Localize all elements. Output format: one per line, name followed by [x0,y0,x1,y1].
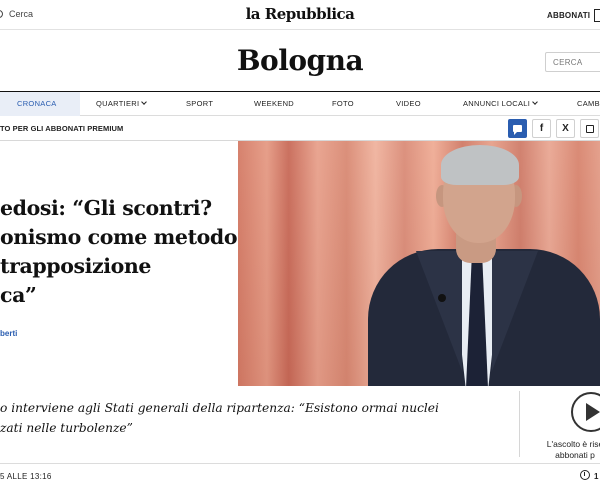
nav-item-quartieri[interactable]: QUARTIERI [96,99,148,108]
summary-line: zati nelle turbolenze” [0,421,133,435]
divider [0,463,600,464]
premium-label: TO PER GLI ABBONATI PREMIUM [0,124,124,133]
headline-line: ca” [0,283,37,307]
subscribe-link[interactable]: ABBONATI [547,11,590,20]
account-icon[interactable] [594,9,600,22]
share-icon [585,124,594,133]
headline-line: onismo come metodo [0,225,238,249]
nav-item-cronaca[interactable]: CRONACA [17,99,57,108]
photo-hair [441,145,519,185]
site-logo[interactable]: la Repubblica [0,5,600,23]
audio-note-line: L'ascolto è rise [546,439,600,449]
x-twitter-icon: X [562,123,569,134]
article-summary: o interviene agli Stati generali della r… [0,398,470,438]
audio-premium-note: L'ascolto è rise abbonati p [520,439,600,461]
nav-item-cambi[interactable]: CAMBI [577,99,600,108]
nav-item-foto[interactable]: FOTO [332,99,354,108]
article-date: 5 ALLE 13:16 [0,472,52,481]
article-author[interactable]: berti [0,329,17,338]
chevron-down-icon[interactable] [141,99,148,105]
chevron-down-icon[interactable] [532,99,538,105]
nav-item-quartieri-label[interactable]: QUARTIERI [96,99,139,108]
hero-photo [238,141,600,386]
x-share-button[interactable]: X [556,119,575,138]
article-headline: edosi: “Gli scontri? onismo come metodo … [0,194,238,310]
nav-item-sport[interactable]: SPORT [186,99,213,108]
headline-line: edosi: “Gli scontri? [0,196,212,220]
nav-item-annunci-locali[interactable]: ANNUNCI LOCALI [463,99,538,108]
clock-icon [580,470,590,480]
photo-microphone [438,294,446,302]
summary-line: o interviene agli Stati generali della r… [0,401,439,415]
nav-item-annunci-label[interactable]: ANNUNCI LOCALI [463,99,530,108]
play-icon[interactable] [586,403,600,421]
read-time: 1 M [594,472,600,481]
nav-item-video[interactable]: VIDEO [396,99,421,108]
comment-icon [513,125,522,135]
facebook-share-button[interactable]: f [532,119,551,138]
section-search-input[interactable]: CERCA [545,52,600,72]
section-nav: CRONACA QUARTIERI SPORT WEEKEND FOTO VID… [0,91,600,116]
top-bar: Cerca la Repubblica ABBONATI [0,0,600,30]
nav-item-weekend[interactable]: WEEKEND [254,99,294,108]
share-button[interactable] [580,119,599,138]
facebook-icon: f [539,123,544,134]
article-subheader: TO PER GLI ABBONATI PREMIUM f X [0,117,600,141]
comment-button[interactable] [508,119,527,138]
section-title[interactable]: Bologna [0,44,600,77]
headline-line: trapposizione [0,254,152,278]
audio-note-line: abbonati p [555,450,595,460]
